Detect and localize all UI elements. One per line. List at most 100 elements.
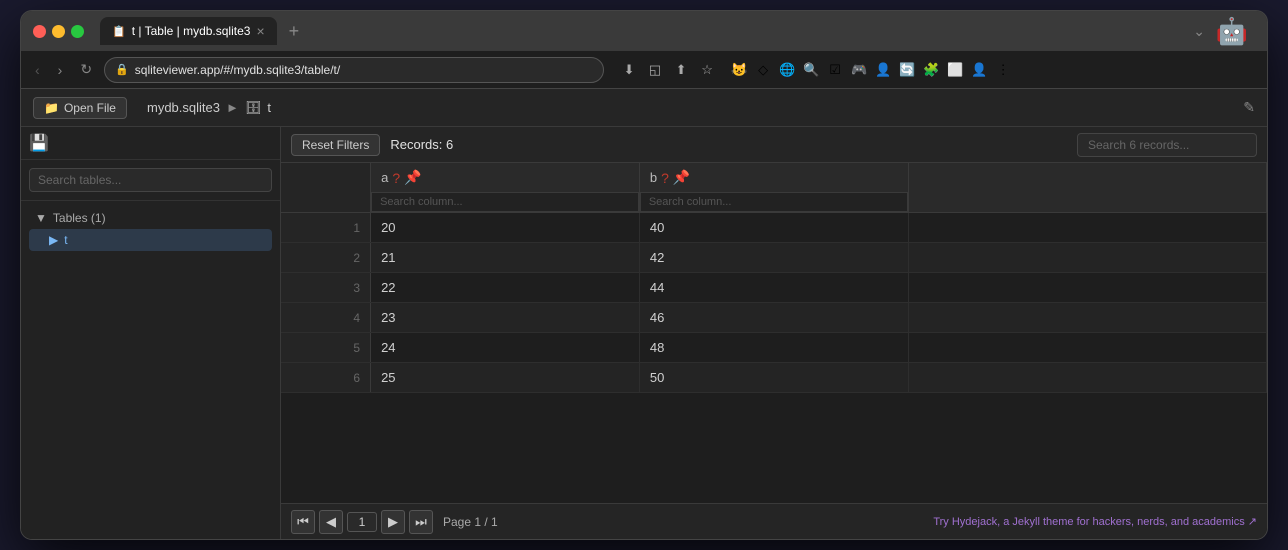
col-a-info-icon[interactable]: ? xyxy=(392,170,400,186)
url-text: sqliteviewer.app/#/mydb.sqlite3/table/t/ xyxy=(135,63,340,77)
download-icon[interactable]: ⬇ xyxy=(618,59,640,81)
page-info: Page 1 / 1 xyxy=(443,515,498,529)
back-button[interactable]: ‹ xyxy=(29,58,46,82)
maximize-button[interactable] xyxy=(71,25,84,38)
tables-section-label: Tables (1) xyxy=(53,211,106,225)
col-b-label: b xyxy=(650,170,657,185)
table-row[interactable]: 3 22 44 xyxy=(281,273,1267,303)
table-row[interactable]: 4 23 46 xyxy=(281,303,1267,333)
col-header-b: b ? 📌 xyxy=(639,163,908,213)
col-a-label: a xyxy=(381,170,388,185)
bookmark-icon[interactable]: ☆ xyxy=(696,59,718,81)
cell-b[interactable]: 46 xyxy=(639,303,908,333)
tab-chevron-icon: ⌄ xyxy=(1193,23,1205,40)
cell-a[interactable]: 25 xyxy=(371,363,640,393)
col-b-info-icon[interactable]: ? xyxy=(661,170,669,186)
records-count: Records: 6 xyxy=(390,137,453,152)
ext-icon-3[interactable]: 🌐 xyxy=(776,59,798,81)
cell-rownum: 4 xyxy=(281,303,371,333)
cell-a[interactable]: 23 xyxy=(371,303,640,333)
col-header-a: a ? 📌 xyxy=(371,163,640,213)
cell-a[interactable]: 21 xyxy=(371,243,640,273)
new-window-icon[interactable]: ◱ xyxy=(644,59,666,81)
table-header-row: a ? 📌 b ? xyxy=(281,163,1267,213)
sidebar-db-icon: 💾 xyxy=(29,133,49,153)
cell-extra xyxy=(908,243,1266,273)
edit-icon[interactable]: ✎ xyxy=(1243,99,1255,116)
sidebar-table-name: t xyxy=(64,233,67,247)
cell-b[interactable]: 44 xyxy=(639,273,908,303)
minimize-button[interactable] xyxy=(52,25,65,38)
ext-icon-4[interactable]: 🔍 xyxy=(800,59,822,81)
table-row[interactable]: 6 25 50 xyxy=(281,363,1267,393)
cell-rownum: 6 xyxy=(281,363,371,393)
breadcrumb-db-icon: 🗄 xyxy=(245,100,262,116)
cell-b[interactable]: 48 xyxy=(639,333,908,363)
col-a-pin-icon[interactable]: 📌 xyxy=(404,169,421,186)
ext-icon-5[interactable]: ☑ xyxy=(824,59,846,81)
app-content: 📁 Open File mydb.sqlite3 ► 🗄 t ✎ 💾 xyxy=(21,89,1267,539)
folder-icon: 📁 xyxy=(44,101,59,115)
traffic-lights xyxy=(33,25,84,38)
tab-close-button[interactable]: × xyxy=(256,23,264,39)
ext-icon-7[interactable]: 👤 xyxy=(872,59,894,81)
reload-button[interactable]: ↻ xyxy=(74,57,98,82)
android-mascot-icon: 🤖 xyxy=(1213,12,1251,50)
table-row[interactable]: 5 24 48 xyxy=(281,333,1267,363)
ext-icon-2[interactable]: ◇ xyxy=(752,59,774,81)
ext-icon-8[interactable]: 🔄 xyxy=(896,59,918,81)
app-header: 📁 Open File mydb.sqlite3 ► 🗄 t ✎ xyxy=(21,89,1267,127)
cell-rownum: 3 xyxy=(281,273,371,303)
col-header-extra xyxy=(908,163,1266,213)
ext-icon-1[interactable]: 😺 xyxy=(728,59,750,81)
ext-icon-11[interactable]: 👤 xyxy=(968,59,990,81)
open-file-button[interactable]: 📁 Open File xyxy=(33,97,127,119)
sidebar-header: 💾 xyxy=(21,127,280,160)
cell-extra xyxy=(908,303,1266,333)
tab-title: t | Table | mydb.sqlite3 xyxy=(132,24,251,38)
sidebar-section-tables: ▼ Tables (1) ▶ t xyxy=(21,201,280,257)
sidebar-item-t[interactable]: ▶ t xyxy=(29,229,272,251)
cell-b[interactable]: 42 xyxy=(639,243,908,273)
page-number-input[interactable] xyxy=(347,512,377,532)
forward-button[interactable]: › xyxy=(52,58,69,82)
ext-icon-6[interactable]: 🎮 xyxy=(848,59,870,81)
main-layout: 💾 ▼ Tables (1) ▶ t xyxy=(21,127,1267,539)
cell-extra xyxy=(908,213,1266,243)
hydejack-link[interactable]: Try Hydejack, a Jekyll theme for hackers… xyxy=(933,515,1257,528)
ext-icon-9[interactable]: 🧩 xyxy=(920,59,942,81)
address-bar: ‹ › ↻ 🔒 sqliteviewer.app/#/mydb.sqlite3/… xyxy=(21,51,1267,89)
col-a-search-input[interactable] xyxy=(371,192,639,212)
cell-a[interactable]: 24 xyxy=(371,333,640,363)
col-b-search-input[interactable] xyxy=(640,192,908,212)
table-row[interactable]: 2 21 42 xyxy=(281,243,1267,273)
close-button[interactable] xyxy=(33,25,46,38)
active-tab[interactable]: 📋 t | Table | mydb.sqlite3 × xyxy=(100,17,277,45)
browser-menu-icon[interactable]: ⋮ xyxy=(992,59,1014,81)
reset-filters-button[interactable]: Reset Filters xyxy=(291,134,380,156)
col-b-pin-icon[interactable]: 📌 xyxy=(673,169,690,186)
extension-icons: 😺 ◇ 🌐 🔍 ☑ 🎮 👤 🔄 🧩 ⬜ 👤 ⋮ xyxy=(728,59,1014,81)
open-file-label: Open File xyxy=(64,101,116,115)
sidebar-section-tables-header[interactable]: ▼ Tables (1) xyxy=(29,207,272,229)
tab-bar: 📋 t | Table | mydb.sqlite3 × + ⌄ xyxy=(100,17,1205,46)
ext-icon-10[interactable]: ⬜ xyxy=(944,59,966,81)
sidebar: 💾 ▼ Tables (1) ▶ t xyxy=(21,127,281,539)
table-row[interactable]: 1 20 40 xyxy=(281,213,1267,243)
cell-extra xyxy=(908,273,1266,303)
search-records-input[interactable] xyxy=(1077,133,1257,157)
table-container[interactable]: a ? 📌 b ? xyxy=(281,163,1267,503)
new-tab-button[interactable]: + xyxy=(281,17,308,46)
cell-a[interactable]: 22 xyxy=(371,273,640,303)
cell-b[interactable]: 50 xyxy=(639,363,908,393)
cell-rownum: 2 xyxy=(281,243,371,273)
lock-icon: 🔒 xyxy=(115,63,129,76)
pagination: ⏮ ◀ ▶ ⏭ Page 1 / 1 Try Hydejack, a Jekyl… xyxy=(281,503,1267,539)
table-body: 1 20 40 2 21 42 3 22 44 4 23 46 5 24 48 … xyxy=(281,213,1267,393)
cell-b[interactable]: 40 xyxy=(639,213,908,243)
cell-a[interactable]: 20 xyxy=(371,213,640,243)
search-tables-input[interactable] xyxy=(29,168,272,192)
url-bar[interactable]: 🔒 sqliteviewer.app/#/mydb.sqlite3/table/… xyxy=(104,57,604,83)
breadcrumb-db: mydb.sqlite3 xyxy=(147,100,220,115)
share-icon[interactable]: ⬆ xyxy=(670,59,692,81)
